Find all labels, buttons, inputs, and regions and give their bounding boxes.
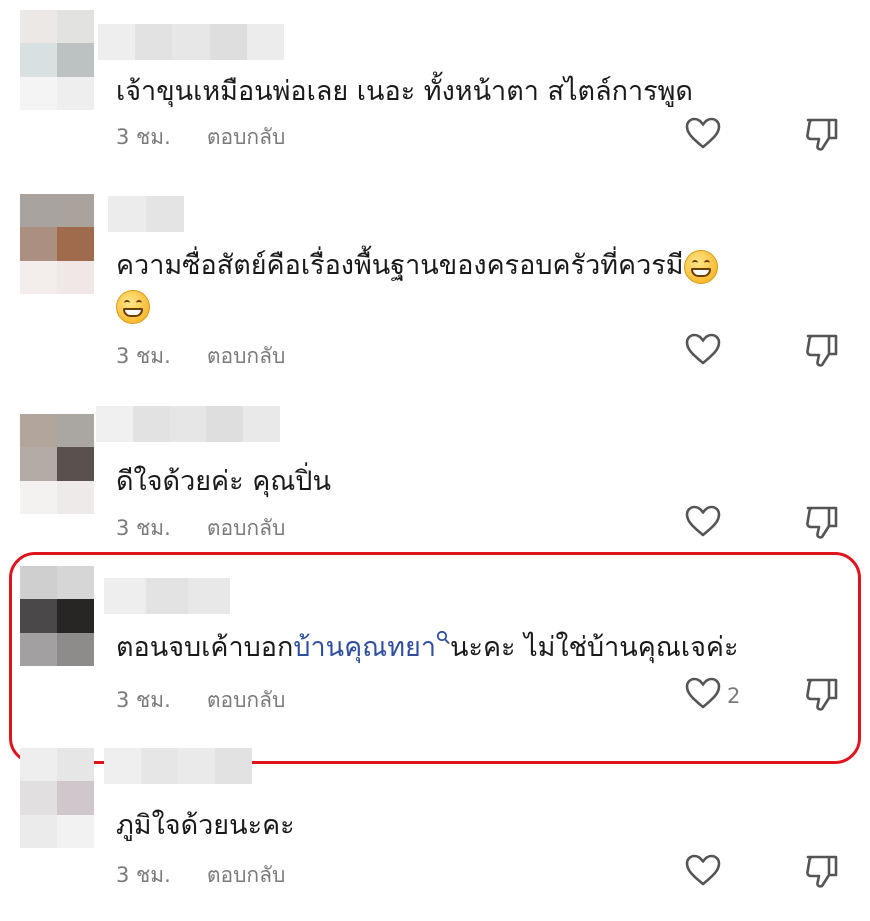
dislike-button[interactable] <box>803 674 841 714</box>
reply-button[interactable]: ตอบกลับ <box>207 512 286 545</box>
dislike-button[interactable] <box>803 851 841 891</box>
username-blurred[interactable] <box>104 748 252 784</box>
comment-time: 3 ชม. <box>116 516 171 540</box>
reply-button[interactable]: ตอบกลับ <box>207 340 286 373</box>
comment-time: 3 ชม. <box>116 125 171 149</box>
comment-time: 3 ชม. <box>116 688 171 712</box>
search-icon[interactable] <box>436 630 450 646</box>
avatar[interactable] <box>20 748 94 848</box>
username-blurred[interactable] <box>96 406 280 442</box>
avatar[interactable] <box>20 414 94 514</box>
username-blurred[interactable] <box>98 24 285 60</box>
comment-text: ความซื่อสัตย์คือเรื่องพื้นฐานของครอบครัว… <box>116 246 816 326</box>
heart-icon <box>685 117 721 149</box>
like-button[interactable] <box>683 674 723 714</box>
like-button[interactable] <box>683 851 723 891</box>
thumbs-down-icon <box>806 118 838 151</box>
comment-meta: 3 ชม. ตอบกลับ <box>116 512 285 545</box>
heart-icon <box>685 333 721 365</box>
reply-button[interactable]: ตอบกลับ <box>207 684 286 717</box>
like-button[interactable] <box>683 330 723 370</box>
dislike-button[interactable] <box>803 502 841 542</box>
comment-text: เจ้าขุนเหมือนพ่อเลย เนอะ ทั้งหน้าตา สไตล… <box>116 76 693 107</box>
comment-text-body: ความซื่อสัตย์คือเรื่องพื้นฐานของครอบครัว… <box>116 250 684 281</box>
comment-text-before: ตอนจบเค้าบอก <box>116 632 294 663</box>
reply-button[interactable]: ตอบกลับ <box>207 859 286 892</box>
comment-text-after: นะคะ ไม่ใช่บ้านคุณเจค่ะ <box>449 632 739 663</box>
comment-meta: 3 ชม. ตอบกลับ <box>116 859 285 892</box>
grinning-face-emoji-icon <box>683 249 718 284</box>
like-button[interactable] <box>683 502 723 542</box>
avatar[interactable] <box>20 10 94 110</box>
comment-time: 3 ชม. <box>116 344 171 368</box>
username-blurred[interactable] <box>108 196 184 232</box>
dislike-button[interactable] <box>803 114 841 154</box>
heart-icon <box>685 854 721 886</box>
heart-icon <box>685 677 721 709</box>
thumbs-down-icon <box>806 678 838 711</box>
comment-text: ภูมิใจด้วยนะคะ <box>116 810 295 841</box>
comment-text: ดีใจด้วยค่ะ คุณปิ่น <box>116 466 331 497</box>
comment-meta: 3 ชม. ตอบกลับ <box>116 340 285 373</box>
comment-time: 3 ชม. <box>116 863 171 887</box>
avatar[interactable] <box>20 194 94 294</box>
like-count: 2 <box>727 684 741 708</box>
comment-text: ตอนจบเค้าบอกบ้านคุณทยา นะคะ ไม่ใช่บ้านคุณ… <box>116 628 830 668</box>
comment-meta: 3 ชม. ตอบกลับ <box>116 121 285 154</box>
hashtag-link[interactable]: บ้านคุณทยา <box>293 632 436 663</box>
like-button[interactable] <box>683 114 723 154</box>
thumbs-down-icon <box>806 506 838 539</box>
reply-button[interactable]: ตอบกลับ <box>207 121 286 154</box>
thumbs-down-icon <box>806 334 838 367</box>
heart-icon <box>685 505 721 537</box>
comment-meta: 3 ชม. ตอบกลับ <box>116 684 285 717</box>
thumbs-down-icon <box>806 855 838 888</box>
username-blurred[interactable] <box>104 578 230 614</box>
grinning-face-emoji-icon <box>116 289 150 324</box>
avatar[interactable] <box>20 566 94 666</box>
dislike-button[interactable] <box>803 330 841 370</box>
